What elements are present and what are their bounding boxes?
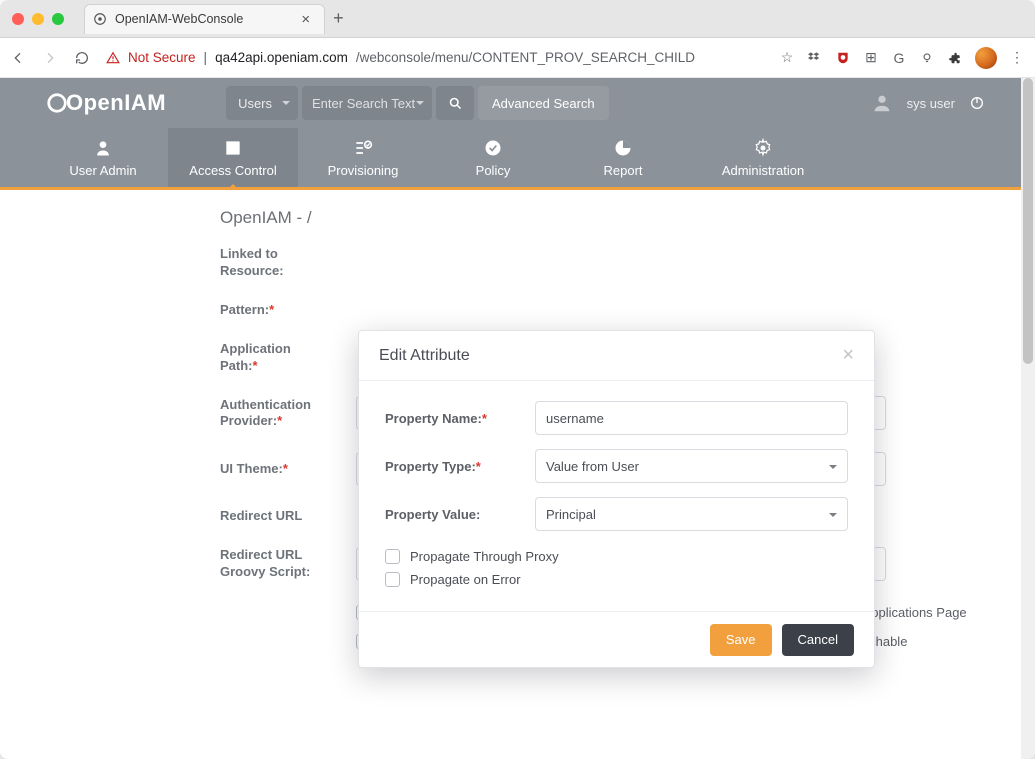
row-property-name: Property Name:* username (385, 401, 848, 435)
window-minimize-button[interactable] (32, 13, 44, 25)
star-icon[interactable]: ☆ (779, 50, 795, 66)
modal-footer: Save Cancel (359, 611, 874, 667)
tab-favicon-icon (93, 12, 107, 26)
row-property-value: Property Value: Principal (385, 497, 848, 531)
label-property-value: Property Value: (385, 507, 535, 522)
modal-body: Property Name:* username Property Type:*… (359, 381, 874, 611)
browser-window: OpenIAM-WebConsole × + Not Secure | qa42… (0, 0, 1035, 759)
chk-propagate-proxy[interactable]: Propagate Through Proxy (385, 549, 848, 564)
checkbox-icon (385, 549, 400, 564)
chk-label: Propagate on Error (410, 572, 521, 587)
nav-reload-icon[interactable] (74, 50, 90, 66)
label-property-name: Property Name:* (385, 411, 535, 426)
window-maximize-button[interactable] (52, 13, 64, 25)
puzzle-ext-icon[interactable] (947, 50, 963, 66)
nav-forward-icon[interactable] (42, 50, 58, 66)
modal-overlay: Edit Attribute × Property Name:* usernam… (0, 78, 1035, 759)
property-name-value: username (546, 411, 604, 426)
property-type-value: Value from User (546, 459, 639, 474)
tab-title: OpenIAM-WebConsole (115, 12, 243, 26)
security-status: Not Secure (128, 50, 196, 65)
url-path: /webconsole/menu/CONTENT_PROV_SEARCH_CHI… (356, 50, 695, 65)
viewport: OpenIAM Users Enter Search Text Advanced… (0, 78, 1035, 759)
property-value-value: Principal (546, 507, 596, 522)
url-host: qa42api.openiam.com (215, 50, 348, 65)
cancel-label: Cancel (798, 632, 838, 647)
label-property-type: Property Type:* (385, 459, 535, 474)
tab-close-icon[interactable]: × (301, 11, 310, 28)
not-secure-icon (106, 51, 120, 65)
ublock-ext-icon[interactable] (835, 50, 851, 66)
address-bar: Not Secure | qa42api.openiam.com/webcons… (0, 38, 1035, 78)
save-button[interactable]: Save (710, 624, 772, 656)
browser-tab[interactable]: OpenIAM-WebConsole × (84, 4, 325, 34)
chevron-down-icon (829, 465, 837, 473)
url-input[interactable]: Not Secure | qa42api.openiam.com/webcons… (106, 50, 767, 65)
edit-attribute-modal: Edit Attribute × Property Name:* usernam… (358, 330, 875, 668)
titlebar: OpenIAM-WebConsole × + (0, 0, 1035, 38)
browser-extensions: ☆ ⊞ G ⋮ (779, 47, 1025, 69)
checkbox-icon (385, 572, 400, 587)
grid-ext-icon[interactable]: ⊞ (863, 50, 879, 66)
save-label: Save (726, 632, 756, 647)
g-ext-icon[interactable]: G (891, 50, 907, 66)
chk-label: Propagate Through Proxy (410, 549, 559, 564)
menu-icon[interactable]: ⋮ (1009, 50, 1025, 66)
property-name-input[interactable]: username (535, 401, 848, 435)
chk-propagate-error[interactable]: Propagate on Error (385, 572, 848, 587)
cancel-button[interactable]: Cancel (782, 624, 854, 656)
modal-header: Edit Attribute × (359, 331, 874, 381)
property-value-select[interactable]: Principal (535, 497, 848, 531)
bulb-ext-icon[interactable] (919, 50, 935, 66)
profile-avatar[interactable] (975, 47, 997, 69)
nav-back-icon[interactable] (10, 50, 26, 66)
modal-title: Edit Attribute (379, 347, 470, 365)
modal-close-icon[interactable]: × (842, 344, 854, 367)
row-property-type: Property Type:* Value from User (385, 449, 848, 483)
property-type-select[interactable]: Value from User (535, 449, 848, 483)
dropbox-ext-icon[interactable] (807, 50, 823, 66)
window-close-button[interactable] (12, 13, 24, 25)
traffic-lights (12, 13, 64, 25)
chevron-down-icon (829, 513, 837, 521)
new-tab-button[interactable]: + (333, 8, 344, 29)
